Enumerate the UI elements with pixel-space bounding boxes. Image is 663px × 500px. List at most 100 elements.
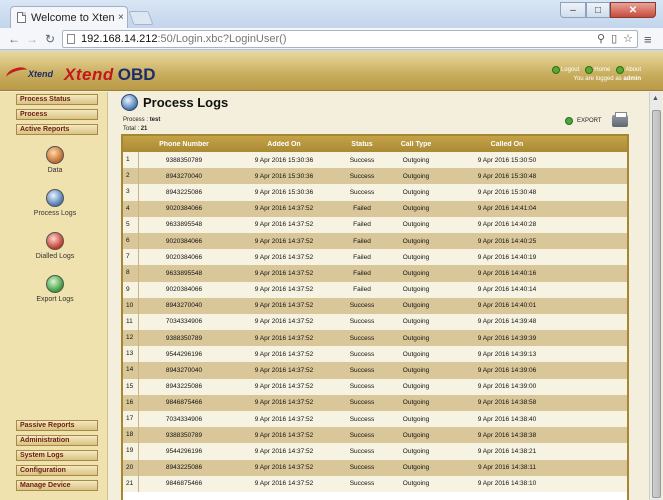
table-row[interactable]: 17 7034334906 9 Apr 2016 14:37:52 Success Ou… [123, 411, 627, 428]
sidebar-item-process-status[interactable]: Process Status [16, 94, 98, 105]
added-on: 9 Apr 2016 14:37:52 [254, 399, 314, 407]
vertical-scrollbar[interactable]: ▲ [649, 92, 662, 500]
phone-number: 9020384066 [165, 253, 203, 261]
tab-close-icon[interactable]: × [118, 12, 124, 23]
browser-titlebar: Welcome to Xtend C × – □ ✕ [0, 0, 663, 28]
minimize-button[interactable]: – [560, 2, 586, 18]
logout-link[interactable]: Logout [551, 66, 579, 74]
table-row[interactable]: 14 8943270040 9 Apr 2016 14:37:52 Success Ou… [123, 362, 627, 379]
table-row[interactable]: 4 9020384066 9 Apr 2016 14:37:52 Failed Outg… [123, 200, 627, 217]
table-row[interactable]: 16 9846875466 9 Apr 2016 14:37:52 Success Ou… [123, 394, 627, 411]
col-called-on: Called On [490, 140, 524, 148]
page-icon [67, 34, 75, 44]
reload-icon[interactable]: ↻ [42, 31, 58, 47]
browser-menu-icon[interactable]: ≡ [644, 32, 652, 47]
process-name: test [149, 117, 161, 123]
added-on: 9 Apr 2016 14:37:52 [254, 205, 314, 213]
scrollbar-thumb[interactable] [652, 110, 661, 498]
call-type: Outgoing [402, 269, 430, 277]
sidebar-item-passive-reports[interactable]: Passive Reports [16, 420, 98, 431]
status: Success [349, 415, 375, 423]
called-on: 9 Apr 2016 14:40:28 [477, 221, 537, 229]
sidebar-item-process[interactable]: Process [16, 109, 98, 120]
zoom-icon[interactable]: ⚲ [597, 32, 605, 45]
phone-number: 9388350789 [165, 334, 203, 342]
table-row[interactable]: 11 7034334906 9 Apr 2016 14:37:52 Success Ou… [123, 313, 627, 331]
table-row[interactable]: 12 9388350789 9 Apr 2016 14:37:52 Success Ou… [123, 330, 627, 347]
bookmark-star-icon[interactable]: ☆ [623, 32, 633, 45]
document-icon [17, 12, 26, 23]
table-row[interactable]: 1 9388350789 9 Apr 2016 15:30:36 Success Out… [123, 152, 627, 169]
table-row[interactable]: 10 8943270040 9 Apr 2016 14:37:52 Success Ou… [123, 297, 627, 314]
page-action-icon[interactable]: ▯ [611, 32, 617, 45]
call-type: Outgoing [402, 367, 430, 375]
sidebar-item-administration[interactable]: Administration [16, 435, 98, 446]
phone-number: 9020384066 [165, 237, 203, 245]
row-index: 19 [123, 443, 139, 460]
table-row[interactable]: 3 8943225086 9 Apr 2016 15:30:36 Success Out… [123, 184, 627, 201]
sidebar-item-system-logs[interactable]: System Logs [16, 450, 98, 461]
row-index: 18 [123, 427, 139, 444]
process-meta: Process : test Total : 21 [123, 117, 161, 132]
close-window-button[interactable]: ✕ [610, 2, 656, 18]
added-on: 9 Apr 2016 14:37:52 [254, 269, 314, 277]
status: Success [349, 334, 375, 342]
added-on: 9 Apr 2016 15:30:36 [254, 172, 314, 180]
sidebar-item-dialled-logs[interactable]: Dialled Logs [25, 232, 85, 260]
home-link[interactable]: Home [585, 66, 610, 74]
added-on: 9 Apr 2016 14:37:52 [254, 221, 314, 229]
forward-arrow-icon[interactable]: → [24, 31, 40, 47]
browser-tab[interactable]: Welcome to Xtend C × [10, 6, 128, 28]
phone-number: 8943225086 [165, 188, 203, 196]
printer-icon[interactable] [612, 112, 628, 127]
about-icon [616, 66, 625, 74]
phone-number: 8943225086 [165, 464, 203, 472]
call-type: Outgoing [402, 318, 430, 326]
about-link[interactable]: About [616, 66, 641, 74]
table-row[interactable]: 20 8943225086 9 Apr 2016 14:37:52 Success Ou… [123, 459, 627, 476]
table-row[interactable]: 5 9633895548 9 Apr 2016 14:37:52 Failed Outg… [123, 216, 627, 233]
call-type: Outgoing [402, 334, 430, 342]
phone-number: 9020384066 [165, 205, 203, 213]
row-index: 1 [123, 152, 139, 169]
table-row[interactable]: 18 9388350789 9 Apr 2016 14:37:52 Success Ou… [123, 427, 627, 444]
status: Success [349, 464, 375, 472]
data-icon [46, 146, 64, 164]
status: Success [349, 172, 375, 180]
table-row[interactable]: 15 8943225086 9 Apr 2016 14:37:52 Success Ou… [123, 378, 627, 395]
status: Success [349, 447, 375, 455]
table-row[interactable]: 21 9846875466 9 Apr 2016 14:37:52 Success Ou… [123, 475, 627, 492]
table-row[interactable]: 6 9020384066 9 Apr 2016 14:37:52 Failed Outg… [123, 232, 627, 250]
table-row[interactable]: 13 9544296196 9 Apr 2016 14:37:52 Success Ou… [123, 346, 627, 363]
called-on: 9 Apr 2016 14:39:06 [477, 367, 537, 375]
row-index: 5 [123, 216, 139, 233]
table-row[interactable]: 7 9020384066 9 Apr 2016 14:37:52 Failed Outg… [123, 249, 627, 266]
export-button[interactable]: EXPORT [565, 117, 602, 125]
sidebar-item-data[interactable]: Data [25, 146, 85, 174]
row-index: 16 [123, 394, 139, 411]
table-row[interactable]: 8 9633895548 9 Apr 2016 14:37:52 Failed Outg… [123, 265, 627, 282]
row-index: 3 [123, 184, 139, 201]
row-index: 20 [123, 459, 139, 476]
scroll-up-arrow-icon[interactable]: ▲ [652, 95, 659, 102]
table-row[interactable]: 9 9020384066 9 Apr 2016 14:37:52 Failed Outg… [123, 281, 627, 298]
call-type: Outgoing [402, 447, 430, 455]
added-on: 9 Apr 2016 14:37:52 [254, 302, 314, 310]
table-row[interactable]: 2 8943270040 9 Apr 2016 15:30:36 Success Out… [123, 168, 627, 185]
call-type: Outgoing [402, 237, 430, 245]
sidebar-item-process-logs[interactable]: Process Logs [25, 189, 85, 217]
added-on: 9 Apr 2016 14:37:52 [254, 253, 314, 261]
row-index: 11 [123, 313, 139, 331]
table-row[interactable]: 19 9544296196 9 Apr 2016 14:37:52 Success Ou… [123, 443, 627, 460]
status: Success [349, 367, 375, 375]
back-arrow-icon[interactable]: ← [6, 31, 22, 47]
process-logs-table: Phone Number Added On Status Call Type C… [121, 134, 629, 500]
row-index: 8 [123, 265, 139, 282]
sidebar-item-manage-device[interactable]: Manage Device [16, 480, 98, 491]
sidebar-item-configuration[interactable]: Configuration [16, 465, 98, 476]
address-bar[interactable]: 192.168.14.212:50/Login.xbc?LoginUser() … [62, 30, 638, 48]
sidebar-item-export-logs[interactable]: Export Logs [25, 275, 85, 303]
maximize-button[interactable]: □ [586, 2, 610, 18]
new-tab-button[interactable] [128, 11, 154, 25]
sidebar-item-active-reports[interactable]: Active Reports [16, 124, 98, 135]
